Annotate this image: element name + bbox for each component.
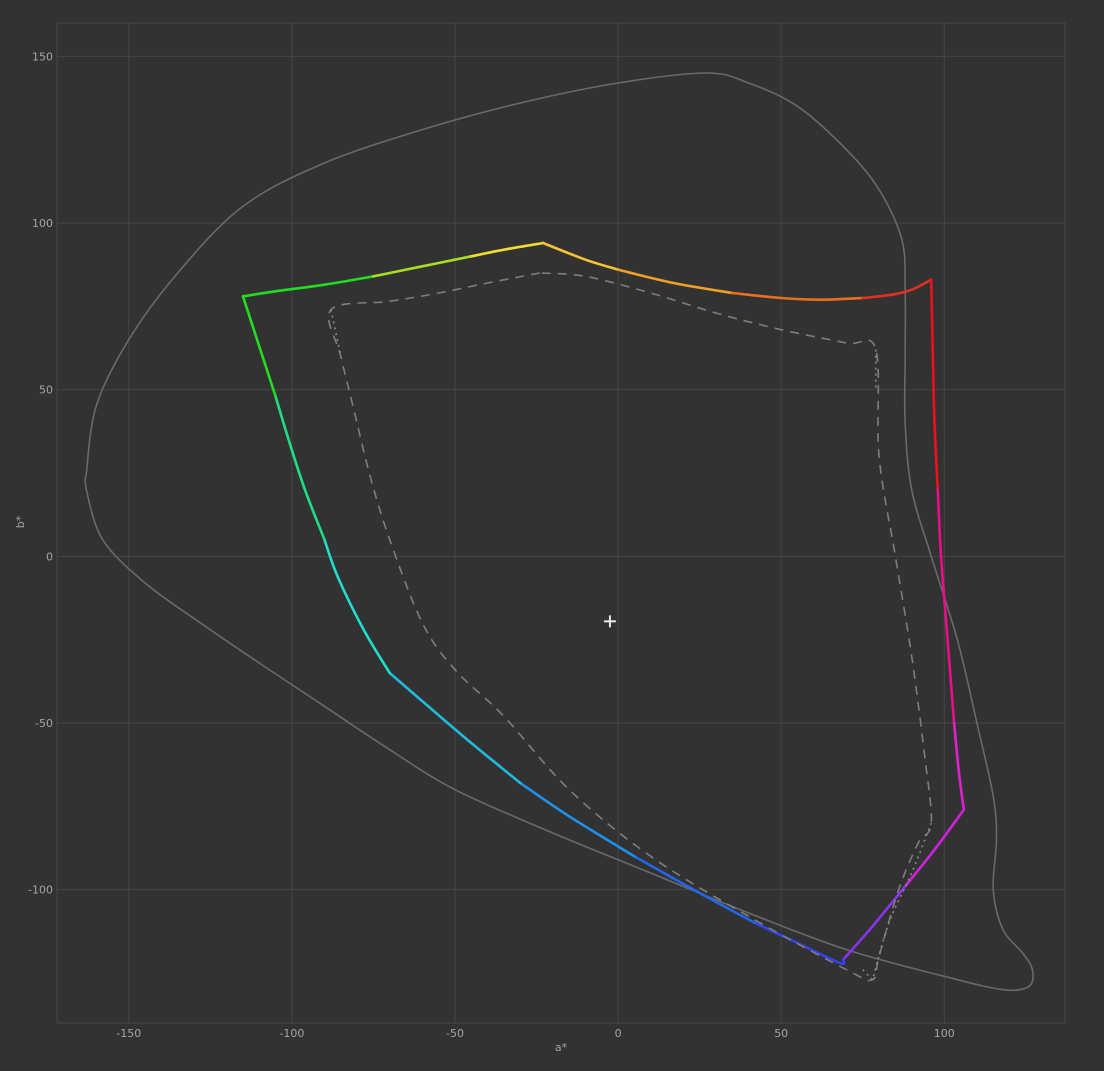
y-tick-label: 50 (39, 384, 53, 397)
gamut-colored-segment (929, 278, 940, 491)
gamut-dashed-line (327, 272, 933, 982)
white-point-marker (603, 615, 616, 628)
y-tick-label: 150 (32, 50, 53, 63)
gamut-colored-segment (241, 295, 277, 398)
gamut-colored-segment (952, 721, 966, 811)
x-axis-ticks: -150 -100 -50 0 50 100 (116, 1027, 955, 1040)
x-axis-label: a* (555, 1041, 568, 1054)
y-tick-label: 0 (46, 550, 53, 563)
grid-lines (57, 23, 1065, 1023)
gamut-colored-segment (469, 241, 545, 258)
plot-frame (56, 22, 1066, 1024)
gamut-dotted-line (871, 822, 932, 980)
y-tick-label: -50 (35, 717, 53, 730)
y-tick-label: -100 (28, 884, 53, 897)
gamut-dotted-line (330, 309, 342, 357)
gamut-dotted-line (862, 969, 874, 981)
y-tick-label: 100 (32, 217, 53, 230)
gamut-colored-segment (936, 488, 956, 725)
gamut-colored-segment (372, 255, 473, 278)
gamut-colored-segment (616, 268, 734, 295)
x-tick-label: -50 (446, 1027, 464, 1040)
gamut-series (84, 72, 1034, 992)
gamut-colored-segment (841, 885, 907, 961)
x-tick-label: 100 (934, 1027, 955, 1040)
gamut-colored-segment (518, 781, 636, 858)
y-axis-ticks: -100 -50 0 50 100 150 (28, 50, 53, 896)
x-tick-label: -150 (116, 1027, 141, 1040)
gamut-colored-segment (903, 808, 966, 888)
x-tick-label: -100 (279, 1027, 304, 1040)
gamut-colored-segment (274, 395, 326, 541)
gamut-colored-segment (323, 538, 392, 675)
y-axis-label: b* (14, 515, 27, 528)
gamut-colored-segment (241, 275, 375, 298)
gamut-colored-segment (861, 278, 933, 300)
gamut-colored-segment (541, 241, 620, 271)
gamut-colored-segment (730, 291, 865, 301)
x-tick-label: 0 (615, 1027, 622, 1040)
gamut-colored-segment (753, 921, 846, 966)
x-tick-label: 50 (774, 1027, 788, 1040)
lab-gamut-plot: -150 -100 -50 0 50 100 -100 -50 0 50 100 150 a* b* (14, 22, 1066, 1054)
